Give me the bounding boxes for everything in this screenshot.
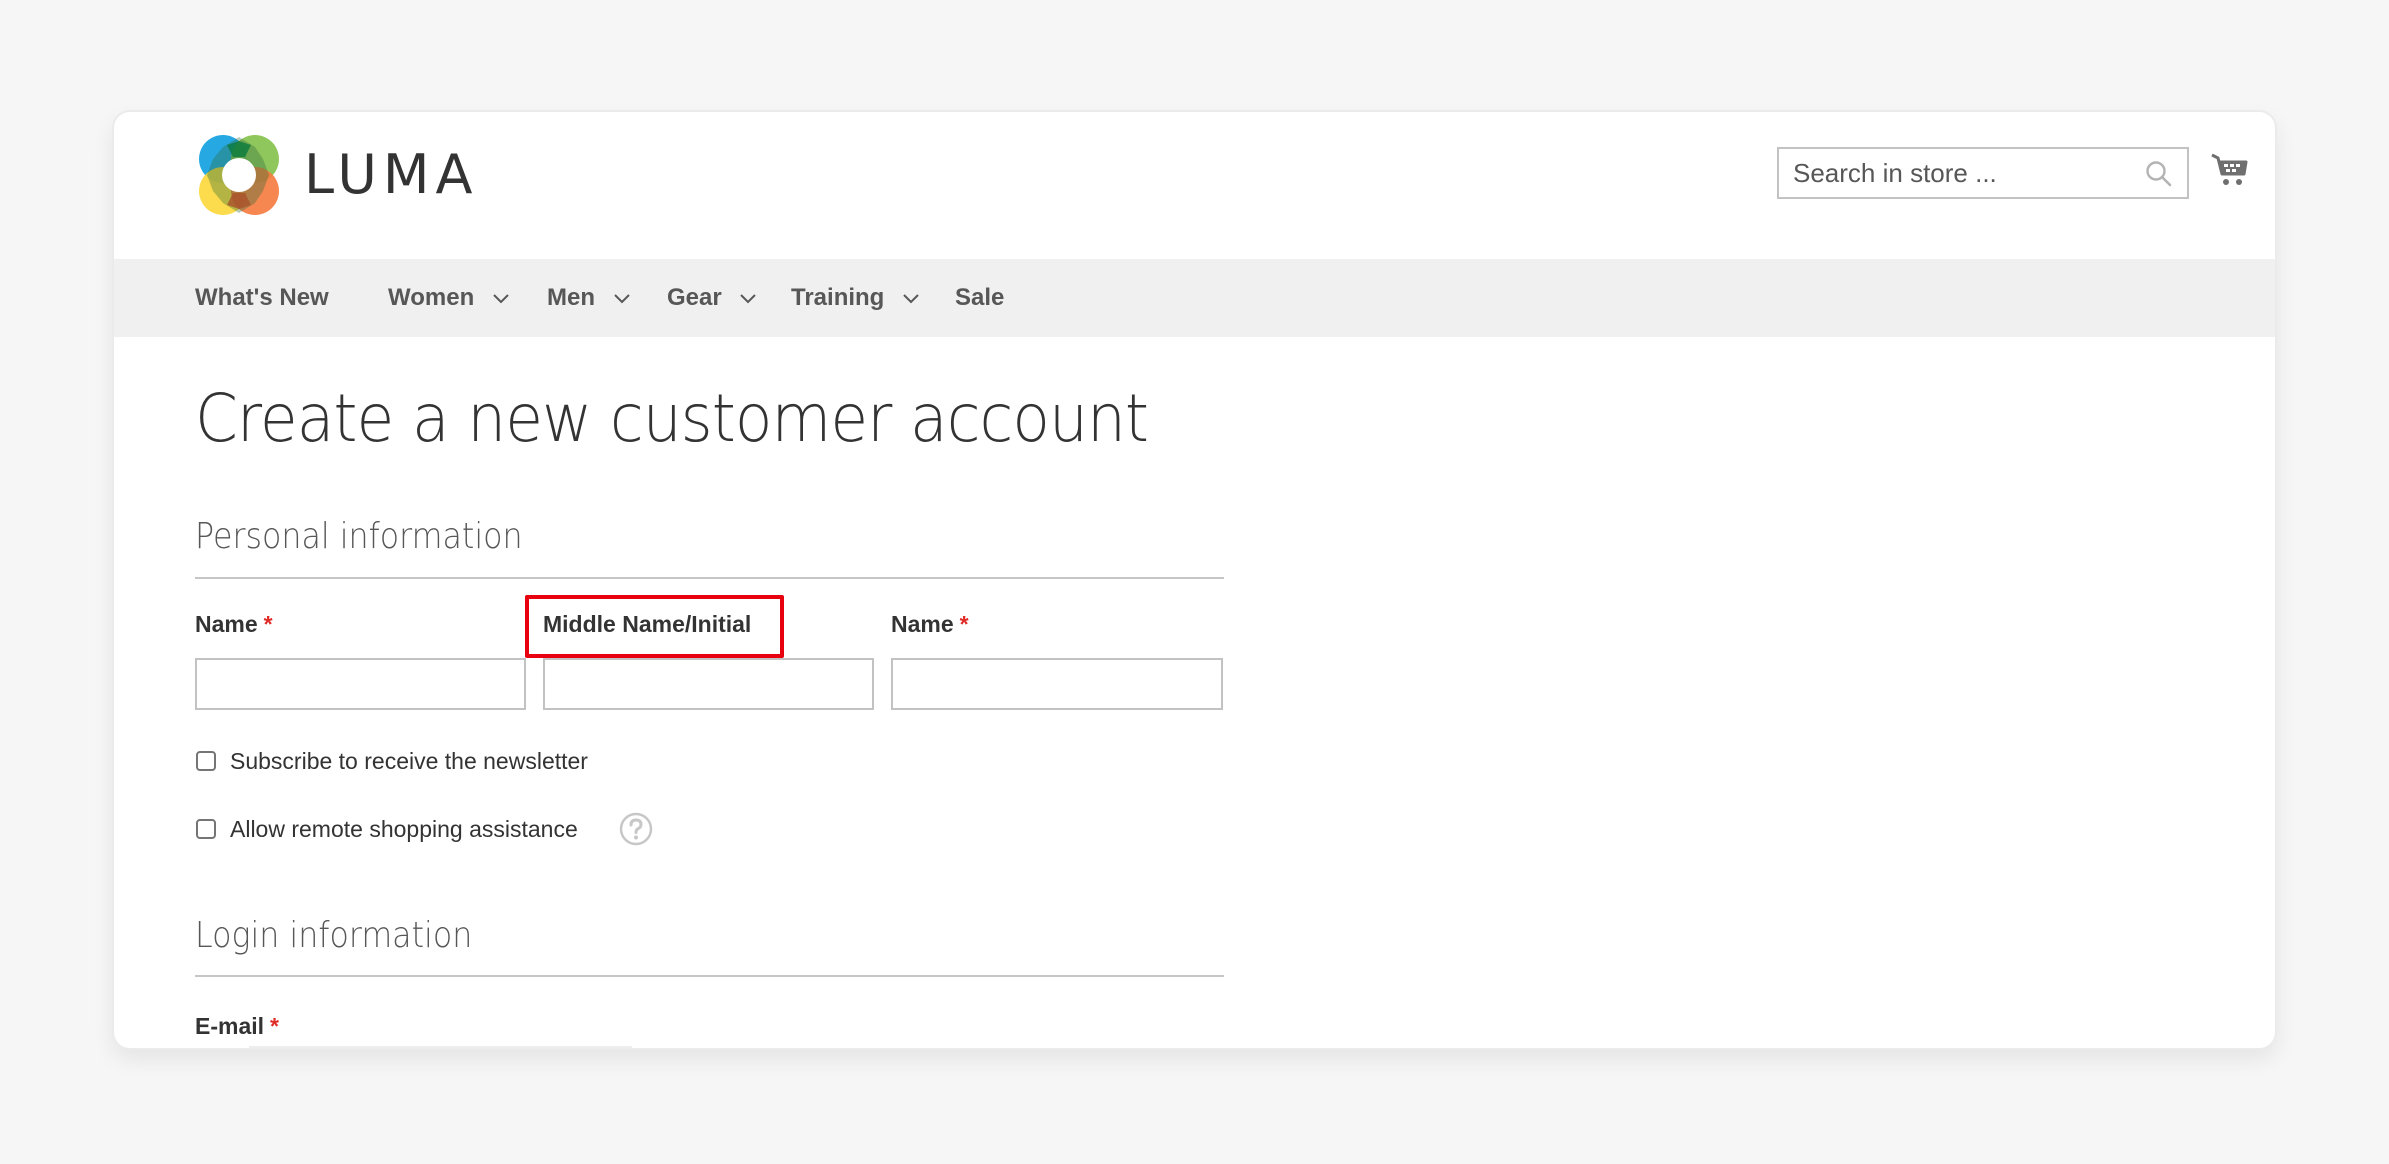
nav-item-training[interactable]: Training [791,259,919,337]
required-mark: * [263,611,273,637]
nav-item-label: Sale [955,284,1005,311]
first-name-label-text: Name [195,611,258,637]
email-label-text: E-mail [195,1013,265,1039]
nav-item-gear[interactable]: Gear [667,259,757,337]
search-input[interactable] [1777,147,2189,199]
nav-item-women[interactable]: Women [388,259,509,337]
newsletter-checkbox[interactable] [196,751,216,771]
nav-item-whats-new[interactable]: What's New [195,259,329,337]
remote-assistance-checkbox[interactable] [196,819,216,839]
last-name-input[interactable] [891,658,1223,710]
personal-information-heading: Personal information [195,516,523,557]
page-title: Create a new customer account [195,380,1149,457]
chevron-down-icon [493,293,509,304]
section-divider [195,975,1224,977]
nav-item-label: Women [388,284,475,311]
luma-logo-icon[interactable] [197,133,281,217]
first-name-input[interactable] [195,658,526,710]
section-divider [195,577,1224,579]
search-icon[interactable] [2144,159,2174,189]
chevron-down-icon [613,293,630,304]
chevron-down-icon [740,293,757,304]
luma-logo-text[interactable]: LUMA [304,142,478,208]
login-information-heading: Login information [195,915,473,956]
highlight-box [525,595,784,658]
newsletter-checkbox-label[interactable]: Subscribe to receive the newsletter [230,746,588,776]
question-circle-icon[interactable] [619,812,653,846]
nav-item-label: Training [791,284,885,311]
nav-item-label: Men [547,284,595,311]
email-input-partial[interactable] [249,1046,632,1048]
email-label: E-mail * [195,1011,279,1041]
nav-item-men[interactable]: Men [547,259,630,337]
required-mark: * [959,611,969,637]
page-card: LUMA What's New Women Men Gear [112,110,2277,1050]
main-navigation: What's New Women Men Gear Training Sale [114,259,2275,337]
nav-item-sale[interactable]: Sale [955,259,1004,337]
remote-assistance-checkbox-label[interactable]: Allow remote shopping assistance [230,814,578,844]
middle-name-input[interactable] [543,658,874,710]
required-mark: * [270,1013,279,1039]
nav-item-label: What's New [195,284,329,311]
nav-item-label: Gear [667,284,722,311]
first-name-label: Name * [195,609,273,639]
last-name-label: Name * [891,609,969,639]
cart-icon[interactable] [2210,152,2248,188]
chevron-down-icon [903,293,919,304]
last-name-label-text: Name [891,611,954,637]
